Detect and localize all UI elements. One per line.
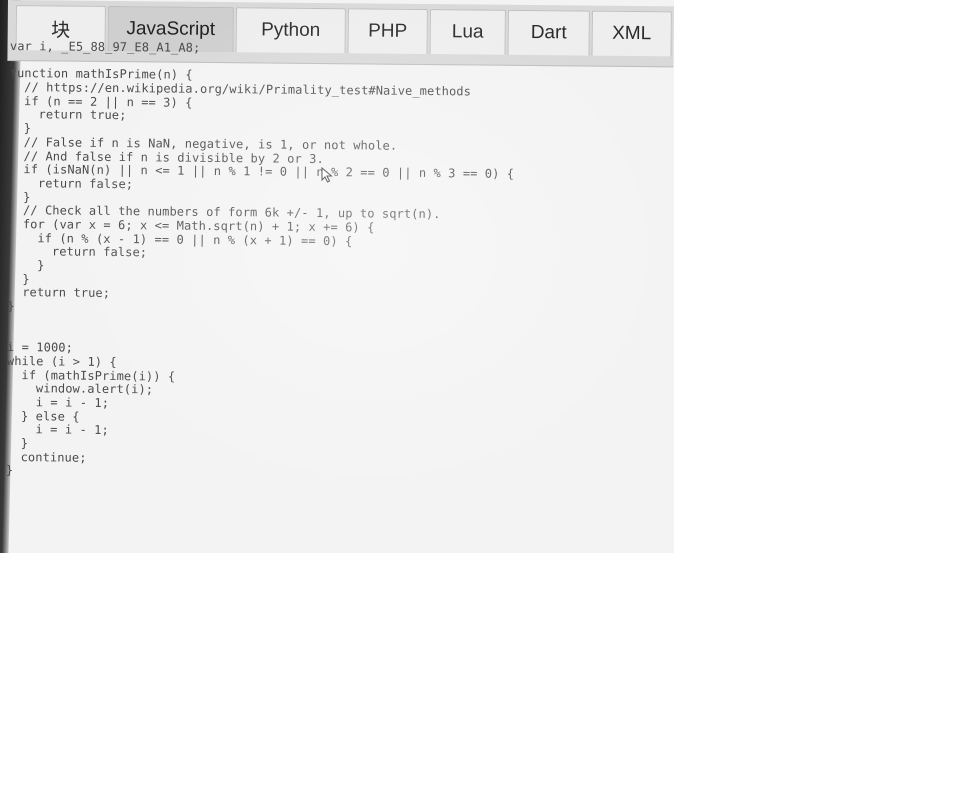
code-block: var i, _E5_88_97_E8_A1_A8; function mathI…	[6, 39, 660, 484]
tab-dart-label: Dart	[530, 22, 567, 44]
mouse-pointer-icon	[321, 167, 333, 183]
tab-php-label: PHP	[368, 20, 408, 42]
photo-of-monitor: 块 JavaScript Python PHP Lua Dart XML var…	[0, 0, 674, 553]
code-editor[interactable]: var i, _E5_88_97_E8_A1_A8; function mathI…	[5, 39, 660, 546]
tab-blocks-label: 块	[51, 19, 71, 42]
tab-xml-label: XML	[612, 22, 652, 45]
tab-javascript-label: JavaScript	[126, 18, 216, 40]
tab-python-label: Python	[261, 19, 321, 41]
tab-lua-label: Lua	[451, 21, 484, 43]
